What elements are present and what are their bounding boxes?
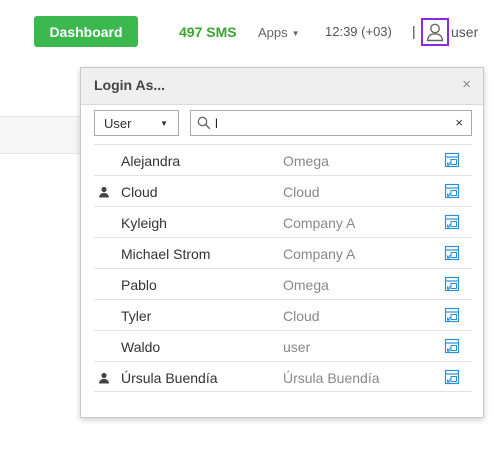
user-name-cell: Waldo bbox=[121, 339, 161, 355]
user-name[interactable]: user bbox=[451, 24, 478, 40]
clock: 12:39 (+03) bbox=[325, 24, 392, 39]
filter-row: User ▼ l × bbox=[94, 110, 472, 136]
login-as-icon[interactable] bbox=[444, 152, 460, 173]
separator: | bbox=[412, 23, 416, 39]
sms-counter[interactable]: 497 SMS bbox=[179, 24, 237, 40]
company-cell: Omega bbox=[283, 277, 329, 293]
user-name-cell: Michael Strom bbox=[121, 246, 211, 262]
dialog-title: Login As... bbox=[94, 77, 166, 93]
company-cell: Company A bbox=[283, 246, 356, 262]
login-as-dialog: Login As... × User ▼ l × Alejandra Omega C… bbox=[80, 67, 484, 418]
user-row[interactable]: Tyler Cloud bbox=[94, 299, 472, 330]
user-list: Alejandra Omega Cloud Cloud Kyleigh Company A… bbox=[94, 144, 472, 392]
company-cell: Úrsula Buendía bbox=[283, 370, 380, 386]
apps-label: Apps bbox=[258, 25, 288, 40]
person-icon bbox=[98, 371, 110, 389]
chevron-down-icon: ▼ bbox=[291, 29, 300, 38]
dialog-header: Login As... × bbox=[81, 68, 483, 105]
dashboard-button[interactable]: Dashboard bbox=[34, 16, 138, 47]
company-cell: Omega bbox=[283, 153, 329, 169]
user-icon[interactable] bbox=[421, 18, 449, 46]
clear-search-icon[interactable]: × bbox=[455, 115, 463, 130]
apps-menu[interactable]: Apps ▼ bbox=[258, 25, 300, 40]
login-as-icon[interactable] bbox=[444, 183, 460, 204]
company-cell: user bbox=[283, 339, 311, 355]
user-name-cell: Kyleigh bbox=[121, 215, 167, 231]
login-as-icon[interactable] bbox=[444, 369, 460, 390]
user-row[interactable]: Pablo Omega bbox=[94, 268, 472, 299]
type-select[interactable]: User ▼ bbox=[94, 110, 179, 136]
company-cell: Cloud bbox=[283, 184, 320, 200]
user-row[interactable]: Úrsula Buendía Úrsula Buendía bbox=[94, 361, 472, 392]
company-cell: Company A bbox=[283, 215, 356, 231]
user-row[interactable]: Cloud Cloud bbox=[94, 175, 472, 206]
company-cell: Cloud bbox=[283, 308, 320, 324]
search-icon bbox=[197, 116, 211, 135]
login-as-icon[interactable] bbox=[444, 245, 460, 266]
background-panel bbox=[0, 116, 80, 154]
user-name-cell: Tyler bbox=[121, 308, 152, 324]
login-as-icon[interactable] bbox=[444, 307, 460, 328]
search-value: l bbox=[215, 116, 218, 131]
user-name-cell: Úrsula Buendía bbox=[121, 370, 218, 386]
user-row[interactable]: Kyleigh Company A bbox=[94, 206, 472, 237]
user-name-cell: Pablo bbox=[121, 277, 157, 293]
user-row[interactable]: Michael Strom Company A bbox=[94, 237, 472, 268]
login-as-icon[interactable] bbox=[444, 338, 460, 359]
user-row[interactable]: Waldo user bbox=[94, 330, 472, 361]
search-input[interactable]: l × bbox=[190, 110, 472, 136]
type-select-value: User bbox=[104, 116, 132, 131]
user-name-cell: Alejandra bbox=[121, 153, 181, 169]
login-as-icon[interactable] bbox=[444, 214, 460, 235]
user-name-cell: Cloud bbox=[121, 184, 158, 200]
user-row[interactable]: Alejandra Omega bbox=[94, 144, 472, 175]
person-icon bbox=[98, 185, 110, 203]
close-icon[interactable]: × bbox=[462, 76, 471, 93]
chevron-down-icon: ▼ bbox=[160, 119, 168, 128]
login-as-icon[interactable] bbox=[444, 276, 460, 297]
